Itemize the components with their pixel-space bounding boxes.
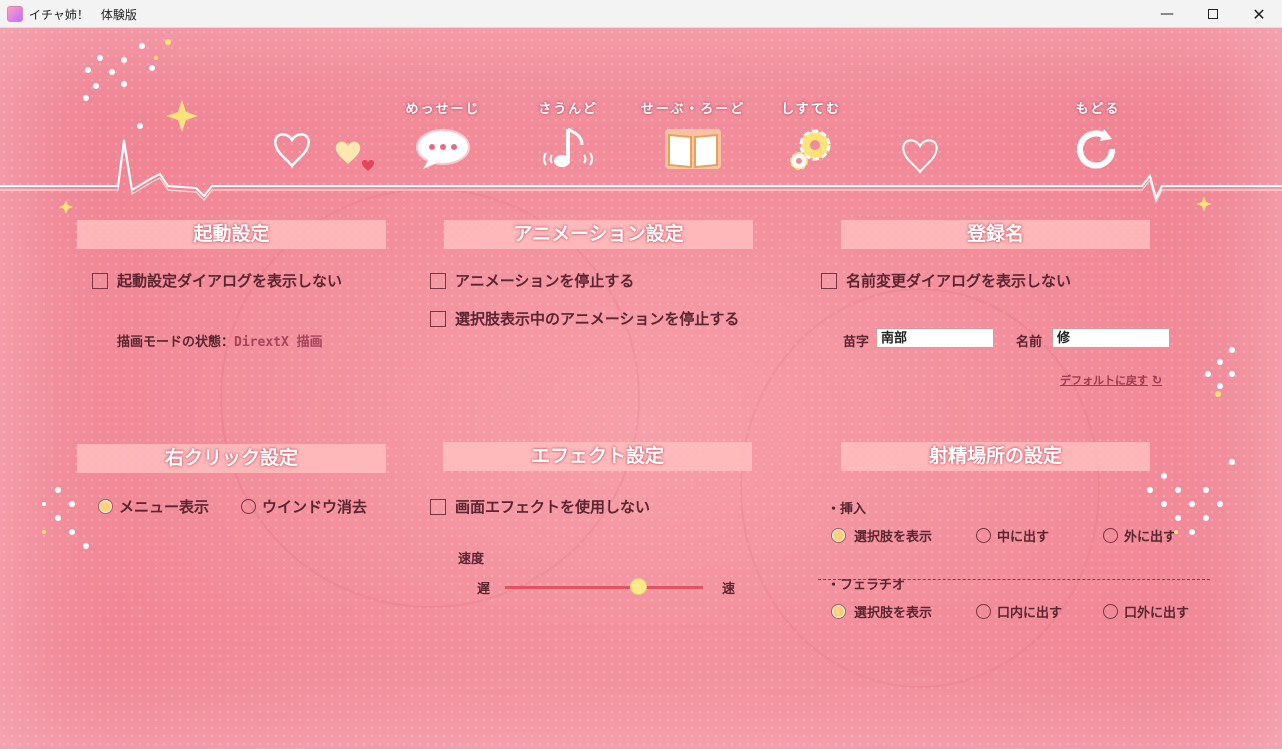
- nav-label: さうんど: [538, 102, 598, 117]
- surname-field[interactable]: 南部: [876, 328, 994, 348]
- window-title: イチャ姉！ 体験版: [29, 8, 137, 22]
- nav-message[interactable]: めっせーじ: [388, 98, 498, 178]
- speech-bubble-icon: [416, 129, 470, 169]
- music-note-icon: [543, 127, 593, 167]
- minimize-button[interactable]: —: [1144, 0, 1190, 28]
- link-label: デフォルトに戻す: [1060, 374, 1148, 387]
- refresh-icon: ↻: [1152, 373, 1163, 387]
- heart-icon: [902, 139, 938, 174]
- render-mode-value: DirextX 描画: [234, 335, 323, 350]
- option-label: 選択肢を表示: [854, 530, 933, 545]
- checkbox-box[interactable]: [430, 310, 446, 327]
- maximize-button[interactable]: [1190, 0, 1236, 28]
- name-field[interactable]: 修: [1052, 328, 1170, 348]
- option-label: 名前変更ダイアログを表示しない: [846, 272, 1072, 290]
- animation-heading: アニメーション設定: [444, 220, 753, 249]
- app-icon: [7, 6, 23, 22]
- speed-slider-track[interactable]: [505, 586, 703, 589]
- nav-label: しすてむ: [781, 102, 841, 117]
- nav-sound[interactable]: さうんど: [513, 98, 623, 178]
- option-label: 選択肢表示中のアニメーションを停止する: [455, 310, 740, 328]
- insert-outside-radio[interactable]: 外に出す: [1103, 526, 1176, 545]
- radio-selected[interactable]: [98, 499, 113, 514]
- checkbox-box[interactable]: [92, 272, 108, 289]
- checkbox-box[interactable]: [430, 498, 446, 515]
- sparkle-icon: [166, 100, 198, 132]
- speed-slider-knob[interactable]: [629, 578, 647, 595]
- heart-icon: [274, 133, 310, 169]
- hide-startup-dialog-checkbox[interactable]: 起動設定ダイアログを表示しない: [92, 270, 342, 291]
- startup-heading: 起動設定: [77, 220, 386, 249]
- checkbox-box[interactable]: [821, 272, 837, 289]
- option-label: メニュー表示: [119, 498, 210, 516]
- sparkle-icon: [1196, 196, 1212, 212]
- open-book-icon: [665, 129, 721, 169]
- close-button[interactable]: ✕: [1236, 0, 1282, 28]
- disable-effect-checkbox[interactable]: 画面エフェクトを使用しない: [430, 496, 650, 517]
- radio-unselected[interactable]: [1103, 528, 1118, 543]
- rightclick-heading: 右クリック設定: [77, 444, 386, 473]
- nav-label: せーぶ・ろーど: [640, 102, 746, 117]
- return-arrow-icon: [1077, 129, 1116, 169]
- name-label: 名前: [1016, 335, 1043, 350]
- maximize-icon: [1208, 9, 1218, 19]
- minimize-icon: —: [1160, 6, 1174, 22]
- radio-selected[interactable]: [831, 604, 846, 619]
- gear-icon: [790, 129, 831, 170]
- radio-unselected[interactable]: [241, 499, 256, 514]
- checkbox-box[interactable]: [430, 272, 446, 289]
- fellatio-outside-radio[interactable]: 口外に出す: [1103, 602, 1189, 621]
- speed-slow-label: 遅: [477, 582, 491, 597]
- fellatio-show-choices-radio[interactable]: 選択肢を表示: [831, 602, 932, 621]
- rightclick-menu-radio[interactable]: メニュー表示: [98, 496, 209, 517]
- option-label: 選択肢を表示: [854, 606, 933, 621]
- window-titlebar: イチャ姉！ 体験版 — ✕: [0, 0, 1282, 28]
- option-label: 口内に出す: [997, 606, 1063, 621]
- nav-system[interactable]: しすてむ: [756, 98, 866, 178]
- sparkle-icon: [59, 200, 73, 214]
- nav-label: もどる: [1075, 102, 1121, 117]
- option-label: 起動設定ダイアログを表示しない: [117, 272, 343, 290]
- radio-unselected[interactable]: [1103, 604, 1118, 619]
- hide-rename-dialog-checkbox[interactable]: 名前変更ダイアログを表示しない: [821, 270, 1071, 291]
- option-label: 口外に出す: [1124, 606, 1190, 621]
- option-label: ウインドウ消去: [262, 498, 368, 516]
- option-label: 画面エフェクトを使用しない: [455, 498, 651, 516]
- stop-animation-checkbox[interactable]: アニメーションを停止する: [430, 270, 634, 291]
- fellatio-label: ・フェラチオ: [827, 578, 906, 593]
- render-mode-label: 描画モードの状態：: [117, 335, 235, 350]
- rightclick-hide-window-radio[interactable]: ウインドウ消去: [241, 496, 367, 517]
- heart-icon: [335, 141, 361, 164]
- ejac-heading: 射精場所の設定: [841, 442, 1150, 471]
- insert-show-choices-radio[interactable]: 選択肢を表示: [831, 526, 932, 545]
- radio-unselected[interactable]: [976, 604, 991, 619]
- nav-saveload[interactable]: せーぶ・ろーど: [638, 98, 748, 178]
- render-mode-status: 描画モードの状態： DirextX 描画: [117, 331, 323, 350]
- insert-label: ・挿入: [827, 502, 867, 517]
- radio-unselected[interactable]: [976, 528, 991, 543]
- insert-inside-radio[interactable]: 中に出す: [976, 526, 1049, 545]
- close-icon: ✕: [1252, 4, 1266, 24]
- speed-label: 速度: [458, 552, 485, 567]
- nav-back[interactable]: もどる: [1043, 98, 1153, 178]
- fellatio-mouth-radio[interactable]: 口内に出す: [976, 602, 1062, 621]
- heart-icon: [361, 159, 375, 171]
- config-screen: めっせーじ さうんど せーぶ・ろーど しすてむ もどる 起動設定 起動設定ダイア…: [0, 28, 1282, 749]
- option-label: アニメーションを停止する: [455, 272, 635, 290]
- speed-fast-label: 速: [722, 582, 736, 597]
- effect-heading: エフェクト設定: [443, 442, 752, 471]
- option-label: 外に出す: [1124, 530, 1177, 545]
- option-label: 中に出す: [997, 530, 1050, 545]
- surname-label: 苗字: [843, 335, 870, 350]
- register-heading: 登録名: [841, 220, 1150, 249]
- radio-selected[interactable]: [831, 528, 846, 543]
- reset-default-link[interactable]: デフォルトに戻す ↻: [1060, 372, 1162, 388]
- stop-choice-animation-checkbox[interactable]: 選択肢表示中のアニメーションを停止する: [430, 308, 739, 329]
- nav-label: めっせーじ: [405, 102, 481, 117]
